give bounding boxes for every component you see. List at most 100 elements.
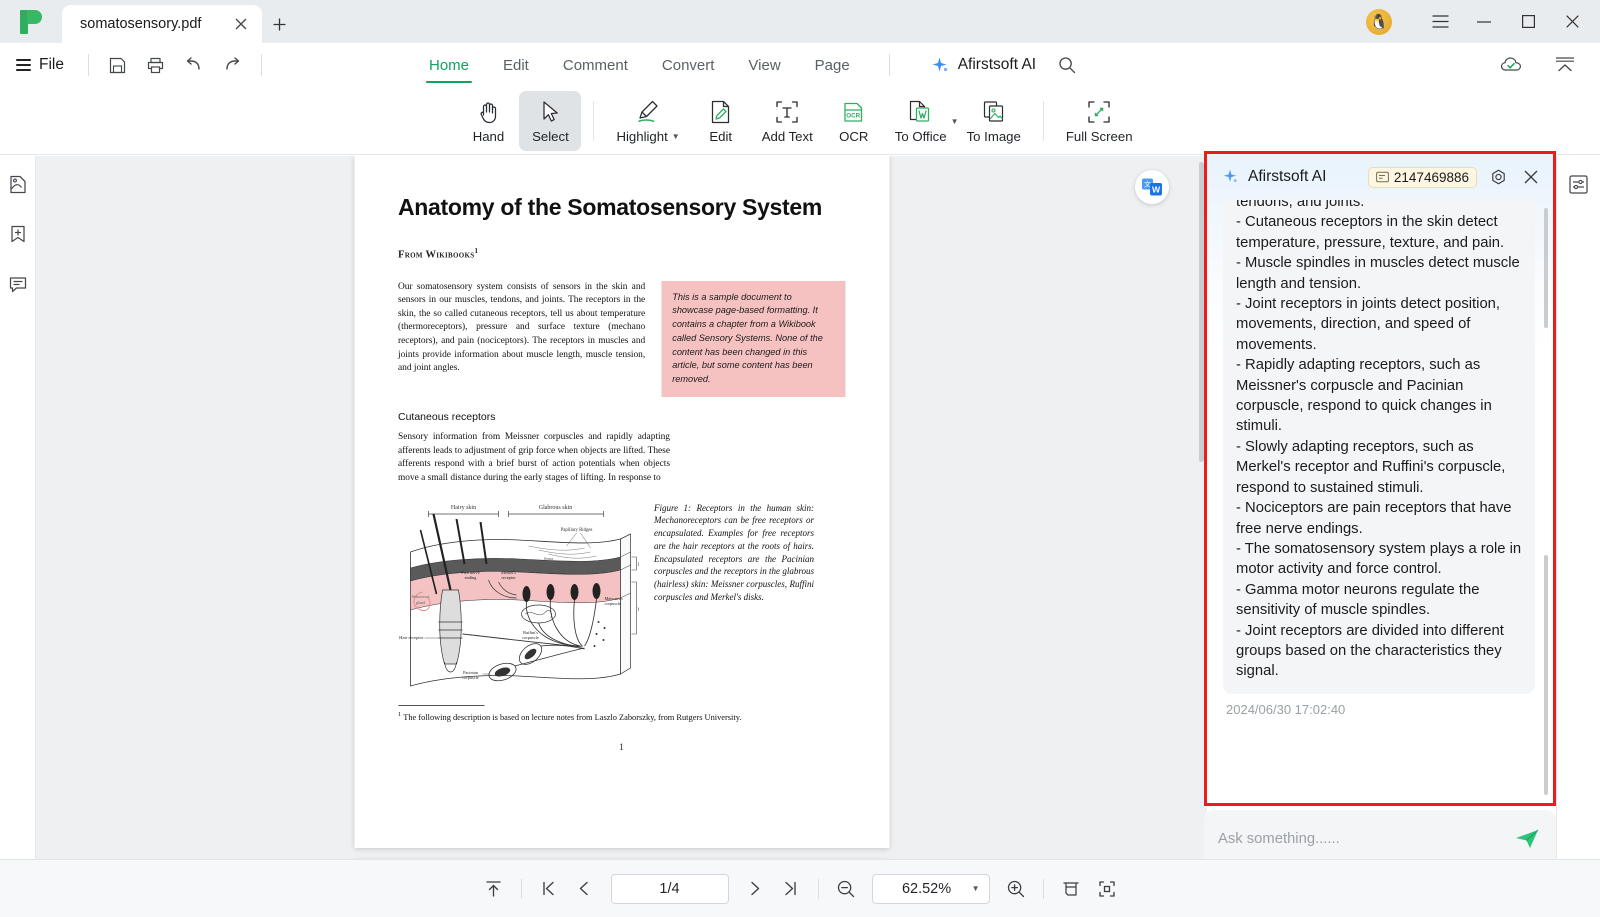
divider: [1042, 100, 1044, 141]
tool-edit[interactable]: Edit: [690, 91, 752, 151]
file-menu-button[interactable]: File: [0, 50, 78, 80]
collapse-ribbon-icon[interactable]: [1546, 49, 1584, 81]
first-page-icon[interactable]: [531, 872, 567, 906]
tool-hand[interactable]: Hand: [457, 91, 519, 151]
search-icon[interactable]: [1058, 56, 1076, 74]
document-section-paragraph: Sensory information from Meissner corpus…: [398, 432, 670, 483]
tab-edit-label: Edit: [503, 56, 529, 74]
panel-settings-icon[interactable]: [1565, 170, 1593, 198]
scroll-to-top-icon[interactable]: [476, 872, 512, 906]
ai-scrollbar-upper[interactable]: [1544, 208, 1548, 328]
tool-select[interactable]: Select: [519, 90, 582, 151]
full-screen-icon: [1086, 98, 1112, 126]
tool-edit-label: Edit: [709, 128, 733, 144]
puffin-avatar[interactable]: 🐧: [1366, 8, 1392, 35]
svg-text:gland: gland: [415, 600, 425, 605]
chevron-down-icon[interactable]: ▼: [972, 884, 980, 893]
zoom-level-select[interactable]: 62.52% ▼: [871, 873, 990, 904]
tab-convert[interactable]: Convert: [645, 47, 732, 83]
afirstsoft-ai-button[interactable]: Afirstsoft AI: [930, 56, 1036, 75]
right-side-rail: [1556, 156, 1600, 859]
to-word-icon: [907, 98, 934, 126]
thumbnail-panel-icon[interactable]: [4, 170, 32, 198]
close-window-icon[interactable]: [1550, 0, 1594, 43]
tool-to-image[interactable]: To Image: [957, 91, 1031, 151]
new-tab-icon[interactable]: [262, 5, 296, 43]
divider: [520, 878, 522, 899]
sparkle-icon: [932, 57, 947, 71]
document-source: From Wikibooks1: [398, 247, 845, 261]
zoom-out-icon[interactable]: [828, 872, 864, 906]
tab-comment[interactable]: Comment: [546, 47, 645, 83]
tab-convert-label: Convert: [661, 56, 715, 74]
ocr-icon: OCR: [841, 98, 866, 126]
ai-panel-header: Afirstsoft AI 2147469886: [1207, 154, 1553, 200]
document-viewport[interactable]: Anatomy of the Somatosensory System From…: [36, 156, 1207, 859]
next-page-icon[interactable]: [737, 872, 773, 906]
ai-conversation-body[interactable]: tendons, and joints. - Cutaneous recepto…: [1207, 200, 1553, 803]
ai-settings-icon[interactable]: [1486, 165, 1510, 189]
page-indicator-input[interactable]: 1/4: [610, 873, 729, 904]
zoom-in-icon[interactable]: [998, 872, 1034, 906]
tool-ocr[interactable]: OCR OCR: [823, 91, 885, 151]
last-page-icon[interactable]: [773, 872, 809, 906]
close-tab-icon[interactable]: [230, 13, 252, 35]
tab-home[interactable]: Home: [412, 47, 486, 83]
document-tab[interactable]: somatosensory.pdf: [62, 5, 262, 43]
tool-add-text-label: Add Text: [761, 128, 813, 144]
maximize-icon[interactable]: [1506, 0, 1550, 43]
highlighter-icon: [635, 98, 662, 126]
title-bar: somatosensory.pdf 🐧: [0, 0, 1600, 43]
tool-full-screen[interactable]: Full Screen: [1056, 91, 1143, 151]
comment-panel-icon[interactable]: [4, 270, 32, 298]
ai-panel-close-icon[interactable]: [1519, 165, 1543, 189]
redo-icon[interactable]: [213, 49, 251, 81]
hand-icon: [475, 98, 501, 126]
svg-text:Papillary Ridges: Papillary Ridges: [560, 528, 592, 533]
tool-highlight-label: Highlight: [616, 128, 668, 144]
tool-full-screen-label: Full Screen: [1065, 128, 1133, 144]
tab-view[interactable]: View: [731, 47, 797, 83]
svg-text:ending: ending: [464, 575, 477, 580]
tool-ribbon: Hand Select Highlight ▼ Edit Add Text OC…: [0, 87, 1600, 155]
tab-edit[interactable]: Edit: [486, 47, 546, 83]
app-logo: [0, 0, 62, 43]
fit-page-icon[interactable]: [1089, 872, 1125, 906]
divider: [1042, 878, 1044, 899]
svg-text:Dermis: Dermis: [637, 608, 638, 613]
undo-icon[interactable]: [175, 49, 213, 81]
print-icon[interactable]: [137, 49, 175, 81]
token-icon: [1376, 171, 1389, 183]
tab-page[interactable]: Page: [798, 47, 867, 83]
document-section-heading: Cutaneous receptors: [398, 411, 496, 424]
svg-text:Septa: Septa: [543, 556, 552, 561]
minimize-icon[interactable]: [1462, 0, 1506, 43]
svg-text:OCR: OCR: [846, 112, 860, 119]
divider: [593, 100, 595, 141]
app-menu-icon[interactable]: [1418, 0, 1462, 43]
fit-width-icon[interactable]: [1053, 872, 1089, 906]
pdf-page-1: Anatomy of the Somatosensory System From…: [354, 156, 889, 848]
document-page-number: 1: [619, 743, 624, 754]
ai-token-badge[interactable]: 2147469886: [1367, 166, 1477, 188]
cloud-sync-icon[interactable]: [1492, 49, 1530, 81]
footnote-text: The following description is based on le…: [403, 712, 742, 722]
left-side-rail: [0, 156, 36, 859]
zoom-level-value: 62.52%: [901, 880, 952, 897]
document-intro-paragraph: Our somatosensory system consists of sen…: [398, 281, 646, 374]
send-icon[interactable]: [1512, 824, 1542, 854]
prev-page-icon[interactable]: [567, 872, 603, 906]
bookmark-panel-icon[interactable]: [4, 220, 32, 248]
ai-prompt-input[interactable]: [1218, 831, 1512, 847]
save-icon[interactable]: [99, 49, 137, 81]
afirstsoft-ai-label: Afirstsoft AI: [957, 56, 1037, 73]
chevron-down-icon[interactable]: ▼: [672, 132, 680, 141]
translate-to-word-icon[interactable]: 文 W: [1135, 170, 1169, 204]
ai-scrollbar-thumb[interactable]: [1544, 555, 1548, 795]
add-text-icon: [774, 98, 800, 126]
tool-add-text[interactable]: Add Text: [752, 91, 823, 151]
svg-text:Glabrous skin: Glabrous skin: [538, 505, 572, 511]
ai-panel-title: Afirstsoft AI: [1248, 168, 1327, 185]
tool-to-office[interactable]: To Office ▼: [885, 91, 959, 151]
tool-highlight[interactable]: Highlight ▼: [606, 91, 689, 151]
